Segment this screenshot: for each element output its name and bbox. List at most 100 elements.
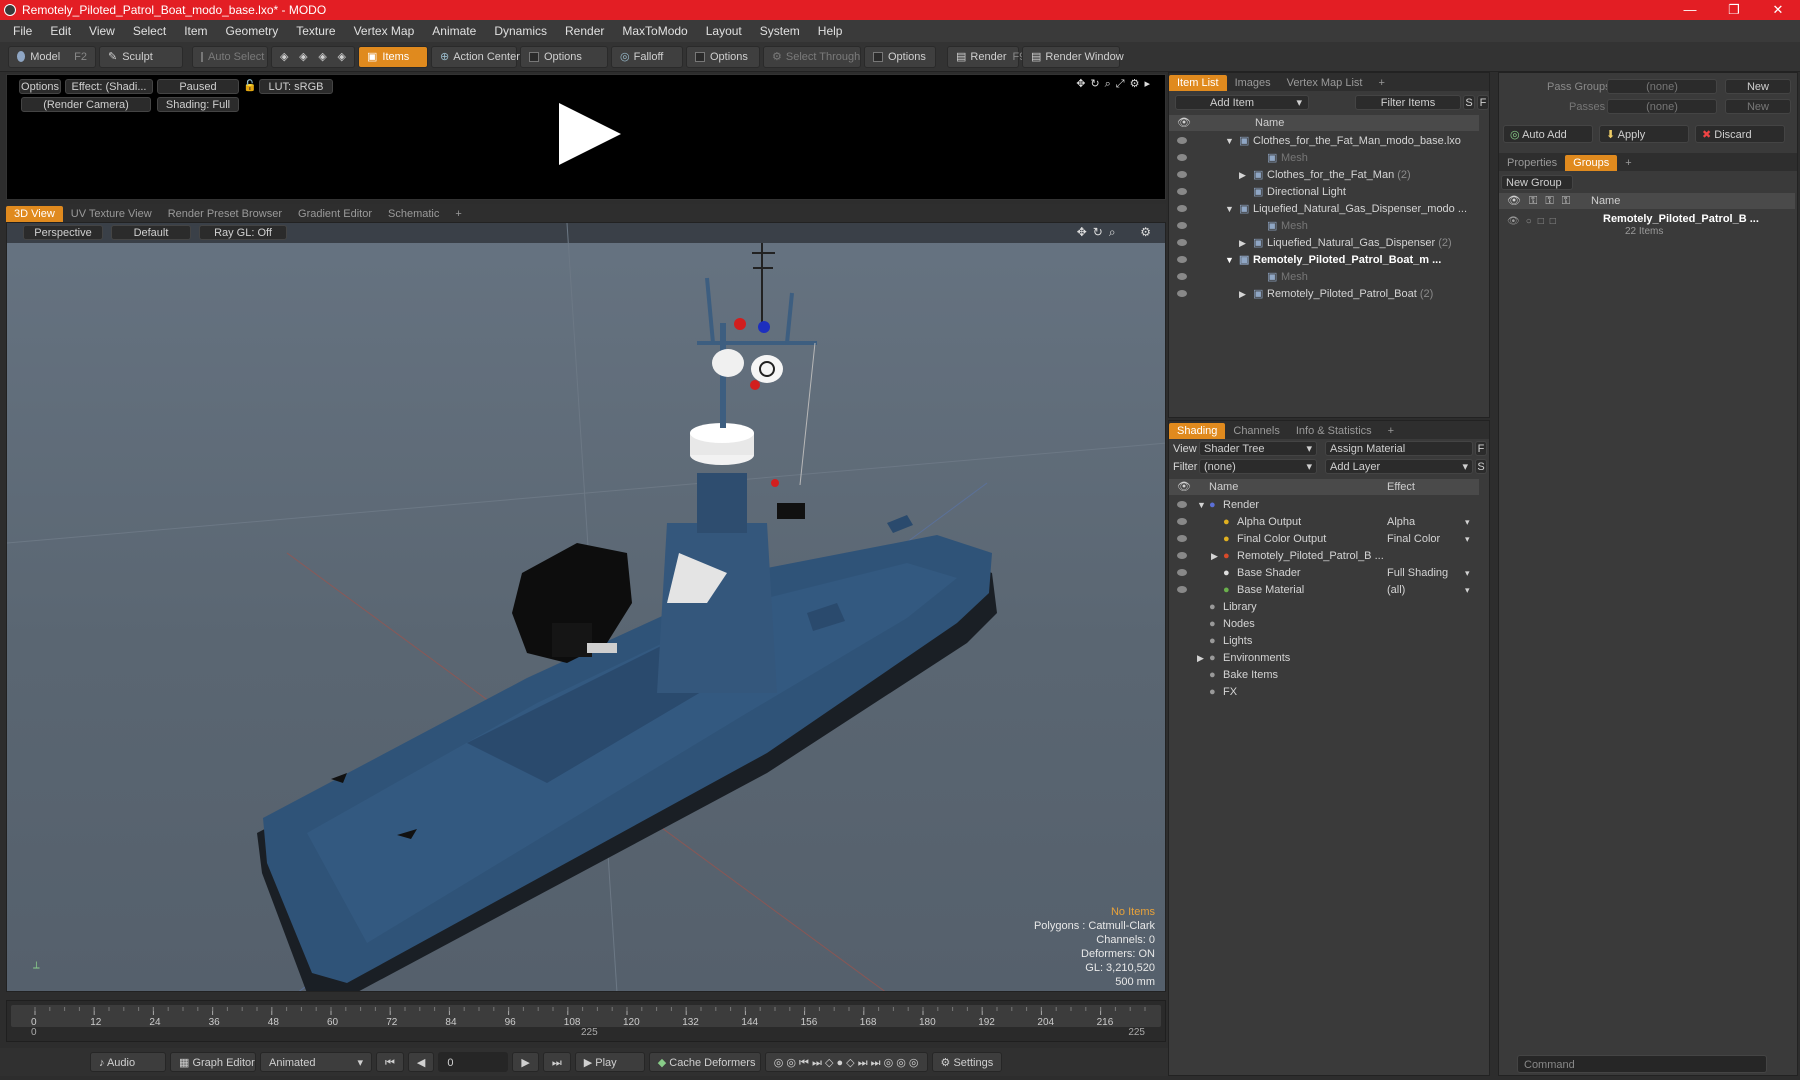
tab-groups[interactable]: Groups xyxy=(1565,155,1618,171)
edge-mode-icon[interactable]: ◈ xyxy=(299,50,307,63)
go-end-button[interactable]: ⏭ xyxy=(542,1052,571,1072)
collapsed-arrow-icon[interactable]: ▶ xyxy=(1197,650,1204,667)
tab-[interactable]: + xyxy=(447,206,469,222)
falloff-button[interactable]: ◎ Falloff xyxy=(611,45,683,68)
shader-tree-row[interactable]: ▼ ● Render xyxy=(1169,497,1479,514)
item-list-row[interactable]: ▼ ▣ Liquefied_Natural_Gas_Dispenser_modo .… xyxy=(1169,201,1479,218)
shader-filter-dropdown[interactable]: (none) ▾ xyxy=(1199,459,1317,474)
collapsed-arrow-icon[interactable]: ▶ xyxy=(1239,167,1246,184)
item-list-s-button[interactable]: S xyxy=(1463,95,1475,110)
shader-effect-value[interactable]: Full Shading xyxy=(1387,565,1448,582)
model-mode-button[interactable]: Model F2 xyxy=(8,45,96,68)
shader-tree-row[interactable]: ● Lights xyxy=(1169,633,1479,650)
preview-options-button[interactable]: Options xyxy=(19,79,61,94)
tab-render-preset-browser[interactable]: Render Preset Browser xyxy=(160,206,290,222)
shader-tree-row[interactable]: ● FX xyxy=(1169,684,1479,701)
discard-button[interactable]: ✖ Discard xyxy=(1695,125,1785,143)
3d-viewport[interactable]: Perspective Default Ray GL: Off ✥↻⌕ ⚙ ⟂ … xyxy=(6,222,1166,992)
shader-tree-row[interactable]: ● Base Material (all) ▾ xyxy=(1169,582,1479,599)
item-list-row[interactable]: ▣ Directional Light xyxy=(1169,184,1479,201)
menu-dynamics[interactable]: Dynamics xyxy=(485,24,556,38)
menu-help[interactable]: Help xyxy=(809,24,852,38)
animated-dropdown[interactable]: Animated ▾ xyxy=(260,1052,372,1072)
sculpt-mode-button[interactable]: ✎ Sculpt xyxy=(99,45,183,68)
visibility-eye-icon[interactable] xyxy=(1177,239,1187,246)
render-button[interactable]: ▤ Render F9 xyxy=(947,45,1025,68)
passes-dropdown[interactable]: (none) xyxy=(1607,99,1717,114)
group-row[interactable]: 👁○□□ Remotely_Piloted_Patrol_B ... 22 It… xyxy=(1499,211,1795,239)
shader-tree-row[interactable]: ▶ ● Remotely_Piloted_Patrol_B ... xyxy=(1169,548,1479,565)
visibility-eye-icon[interactable] xyxy=(1177,273,1187,280)
menu-geometry[interactable]: Geometry xyxy=(217,24,288,38)
chevron-down-icon[interactable]: ▾ xyxy=(1465,565,1470,582)
auto-add-button[interactable]: ◎ Auto Add xyxy=(1503,125,1593,143)
visibility-eye-icon[interactable] xyxy=(1177,535,1187,542)
chevron-down-icon[interactable]: ▾ xyxy=(1465,531,1470,548)
tab-[interactable]: + xyxy=(1370,75,1392,91)
timeline[interactable]: 0 12 24 36 48 60 72 84 96 108 120 132 144 156 168 180 19… xyxy=(6,1000,1166,1042)
shader-tree-row[interactable]: ● Nodes xyxy=(1169,616,1479,633)
visibility-eye-icon[interactable] xyxy=(1177,222,1187,229)
tab-gradient-editor[interactable]: Gradient Editor xyxy=(290,206,380,222)
item-list-row[interactable]: ▼ ▣ Remotely_Piloted_Patrol_Boat_m ... xyxy=(1169,252,1479,269)
visibility-eye-icon[interactable] xyxy=(1177,290,1187,297)
keyframe-tools-icons[interactable]: ◎ ◎ ⏮ ⏭ ◇ ● ◇ ⏭ ⏭ ◎ ◎ ◎ xyxy=(764,1052,928,1072)
item-list-row[interactable]: ▼ ▣ Clothes_for_the_Fat_Man_modo_base.lxo xyxy=(1169,133,1479,150)
collapsed-arrow-icon[interactable]: ▶ xyxy=(1211,548,1218,565)
visibility-eye-icon[interactable] xyxy=(1177,137,1187,144)
render-window-button[interactable]: ▤ Render Window xyxy=(1022,45,1124,68)
auto-select-button[interactable]: Auto Select xyxy=(192,45,268,68)
group-row-icons[interactable]: 👁○□□ xyxy=(1507,216,1562,227)
audio-button[interactable]: ♪ Audio xyxy=(90,1052,166,1072)
shader-effect-value[interactable]: (all) xyxy=(1387,582,1405,599)
shader-effect-value[interactable]: Alpha xyxy=(1387,514,1415,531)
tab-info-statistics[interactable]: Info & Statistics xyxy=(1288,423,1380,439)
cache-deformers-button[interactable]: ◆ Cache Deformers xyxy=(648,1052,761,1072)
tab-channels[interactable]: Channels xyxy=(1225,423,1287,439)
vertex-mode-icon[interactable]: ◈ xyxy=(280,50,288,63)
frame-input[interactable]: 0 xyxy=(438,1052,509,1072)
tab-schematic[interactable]: Schematic xyxy=(380,206,447,222)
minimize-button[interactable]: — xyxy=(1668,0,1712,20)
shading-s-button[interactable]: S xyxy=(1475,459,1487,474)
material-mode-icon[interactable]: ◈ xyxy=(338,50,346,63)
shading-dropdown[interactable]: Shading: Full xyxy=(157,97,239,112)
shader-effect-value[interactable]: Final Color xyxy=(1387,531,1440,548)
collapsed-arrow-icon[interactable]: ▶ xyxy=(1239,286,1246,303)
new-group-button[interactable]: New Group xyxy=(1501,175,1573,190)
play-preview-icon[interactable] xyxy=(559,103,621,165)
boat-model[interactable] xyxy=(7,223,1166,992)
menu-item[interactable]: Item xyxy=(175,24,216,38)
action-center-button[interactable]: ⊕ Action Center xyxy=(431,45,520,68)
shader-tree-row[interactable]: ● Final Color Output Final Color ▾ xyxy=(1169,531,1479,548)
chevron-down-icon[interactable]: ▾ xyxy=(1465,582,1470,599)
select-through-button[interactable]: ⚙ Select Through xyxy=(763,45,861,68)
new-pass-button[interactable]: New xyxy=(1725,99,1791,114)
visibility-eye-icon[interactable] xyxy=(1177,205,1187,212)
items-mode-button[interactable]: ▣ Items xyxy=(358,45,428,68)
item-list-row[interactable]: ▣ Mesh xyxy=(1169,218,1479,235)
visibility-eye-icon[interactable] xyxy=(1177,154,1187,161)
falloff-options[interactable]: Options xyxy=(686,45,760,68)
tab-3d-view[interactable]: 3D View xyxy=(6,206,63,222)
command-input[interactable]: Command xyxy=(1517,1055,1767,1073)
menu-layout[interactable]: Layout xyxy=(697,24,751,38)
item-list-row[interactable]: ▣ Mesh xyxy=(1169,150,1479,167)
go-start-button[interactable]: ⏮ xyxy=(376,1052,404,1072)
visibility-eye-icon[interactable] xyxy=(1177,256,1187,263)
lock-icon[interactable]: 🔓 xyxy=(243,79,257,92)
menu-system[interactable]: System xyxy=(751,24,809,38)
add-item-dropdown[interactable]: Add Item ▾ xyxy=(1175,95,1309,110)
assign-material-button[interactable]: Assign Material xyxy=(1325,441,1473,456)
expanded-arrow-icon[interactable]: ▼ xyxy=(1197,497,1206,514)
visibility-eye-icon[interactable] xyxy=(1177,569,1187,576)
visibility-eye-icon[interactable] xyxy=(1177,188,1187,195)
menu-select[interactable]: Select xyxy=(124,24,175,38)
next-frame-button[interactable]: ▶ xyxy=(512,1052,539,1072)
item-list-f-button[interactable]: F xyxy=(1477,95,1489,110)
timeline-ruler[interactable]: 0 12 24 36 48 60 72 84 96 108 120 132 144 156 168 180 19… xyxy=(11,1005,1161,1027)
menu-file[interactable]: File xyxy=(4,24,41,38)
preview-nav-icons[interactable]: ✥↻⌕⤢⚙▸ xyxy=(1076,77,1155,91)
tab-[interactable]: + xyxy=(1617,155,1639,171)
tab-item-list[interactable]: Item List xyxy=(1169,75,1227,91)
